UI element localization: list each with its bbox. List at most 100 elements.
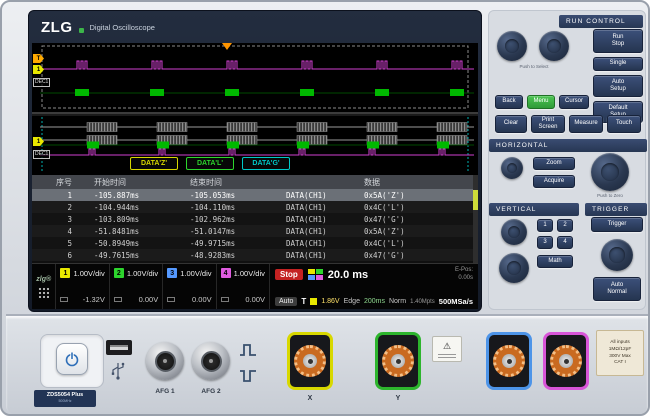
scrollbar-thumb[interactable] [473,190,478,210]
cell-start: -50.8949ms [82,239,178,248]
table-scrollbar[interactable] [473,175,478,263]
channel1-button[interactable]: 1 [537,219,553,232]
cell-start: -104.944ms [82,203,178,212]
channel3-input [486,332,532,390]
channel2-scale: 1.00V/div [127,269,158,278]
single-button[interactable]: Single [593,57,643,71]
trigger-position-icon[interactable] [222,43,232,50]
cell-start: -51.8481ms [82,227,178,236]
trigger-level-value: 1.86V [321,298,339,305]
cell-data: 0x5A('Z') [352,227,478,236]
cell-data: 0x4C('L') [352,203,478,212]
menu-button[interactable]: Menu [527,95,555,109]
channel1-scale: 1.00V/div [73,269,104,278]
afg2-connector [192,342,230,380]
table-row[interactable]: 4 -51.8481ms -51.0147ms DATA(CH1) 0x5A('… [32,225,478,237]
afg2-label: AFG 2 [190,388,232,395]
brand-logo: ZLG [41,19,73,36]
table-row[interactable]: 6 -49.7615ms -48.9283ms DATA(CH1) 0x47('… [32,249,478,261]
ratings-sticker: All inputs 1MΩ/12pF 300V Max CAT I [596,330,644,376]
vertical-scale-knob[interactable] [499,253,529,283]
table-row[interactable]: 3 -103.809ms -102.962ms DATA(CH1) 0x47('… [32,213,478,225]
decode-tag-g: DATA'G' [242,157,290,170]
power-button[interactable] [56,343,88,375]
run-stop-button[interactable]: Run Stop [593,29,643,53]
table-row[interactable]: 5 -50.8949ms -49.9715ms DATA(CH1) 0x4C('… [32,237,478,249]
cell-end: -105.053ms [178,191,274,200]
epos-label: E-Pos: [455,267,473,275]
coupling-icon [221,297,229,302]
horizontal-position-knob[interactable] [501,157,523,179]
channel2-status[interactable]: 2 1.00V/div 0.00V [109,264,162,309]
channel2-button[interactable]: 2 [557,219,573,232]
table-header-end: 结束时间 [178,177,274,188]
table-row[interactable]: 2 -104.944ms -104.110ms DATA(CH1) 0x4C('… [32,201,478,213]
sample-rate: 500MSa/s [439,297,473,306]
table-row[interactable]: 1 -105.887ms -105.053ms DATA(CH1) 0x5A('… [32,189,478,201]
channel1-status[interactable]: 1 1.00V/div -1.32V [55,264,108,309]
pulse-output2-icon [238,368,258,384]
clear-button[interactable]: Clear [495,115,527,133]
run-control-header: RUN CONTROL [559,15,643,28]
screen-header: ZLG Digital Oscilloscope [29,11,481,43]
cell-index: 2 [32,203,82,212]
multifunction-knob[interactable] [539,31,569,61]
auto-normal-button[interactable]: Auto Normal [593,277,641,301]
channel4-input [543,332,589,390]
cell-type: DATA(CH1) [274,191,352,200]
table-header-data: 数据 [352,177,478,188]
cell-end: -49.9715ms [178,239,274,248]
status-bar: zlg® 1 1.00V/div -1.32V 2 [32,263,478,309]
trigger-level-knob[interactable] [601,239,633,271]
math-button[interactable]: Math [537,255,573,268]
cell-end: -48.9283ms [178,251,274,260]
rating-line: 1MΩ/12pF [609,347,632,353]
x-axis-label: X [287,395,333,402]
trigger-button[interactable]: Trigger [591,217,643,232]
acquire-button[interactable]: Acquire [533,175,575,188]
auto-setup-button[interactable]: Auto Setup [593,75,643,97]
usb-tongue [110,345,128,350]
print-screen-button[interactable]: Print Screen [531,115,565,133]
oscilloscope-device: ZLG Digital Oscilloscope [0,0,650,416]
channel3-status[interactable]: 3 1.00V/div 0.00V [162,264,215,309]
channel4-status[interactable]: 4 1.00V/div 0.00V [216,264,269,309]
warning-icon: ⚠ [443,341,451,352]
channel4-button[interactable]: 4 [557,236,573,249]
usb-port [106,340,132,355]
ch4-indicator [316,275,323,280]
knob-hint: Push to Select [491,64,577,69]
run-state-badge[interactable]: Stop [275,269,303,280]
intensity-knob[interactable] [497,31,527,61]
power-icon [64,351,80,367]
memory-depth: 1.40Mpts [410,299,435,305]
touch-button[interactable]: Touch [607,115,641,133]
vertical-position-knob[interactable] [501,219,527,245]
channel1-input [287,332,333,390]
horizontal-scale-knob[interactable] [591,153,629,191]
rating-line: All inputs [610,340,629,346]
screen-corner-cell: zlg® [32,264,55,309]
waveform-area[interactable]: T 1 DEC1 1 DEC1 DATA'Z' DATA'L' DATA'G' [32,43,478,175]
cell-end: -104.110ms [178,203,274,212]
back-button[interactable]: Back [495,95,523,109]
cursor-button[interactable]: Cursor [559,95,589,109]
zoom-button[interactable]: Zoom [533,157,575,170]
trigger-source-icon [310,298,317,305]
knob-hint: Push to Zero [587,193,633,198]
channel3-scale: 1.00V/div [180,269,211,278]
cell-start: -103.809ms [82,215,178,224]
cell-index: 3 [32,215,82,224]
record-time: 200ms [364,298,385,305]
acquisition-status: Stop 20.0 ms E-Pos: 0.00s [269,264,478,309]
afg1-label: AFG 1 [144,388,186,395]
channel3-button[interactable]: 3 [537,236,553,249]
measure-button[interactable]: Measure [569,115,603,133]
channel2-offset: 0.00V [139,295,159,304]
menu-grid-icon[interactable] [38,287,49,298]
trigger-mode-badge[interactable]: Auto [275,297,297,306]
cell-data: 0x5A('Z') [352,191,478,200]
cell-data: 0x47('G') [352,215,478,224]
channel1-offset: -1.32V [83,295,105,304]
horizontal-scale-value[interactable]: 20.0 ms [328,269,368,281]
